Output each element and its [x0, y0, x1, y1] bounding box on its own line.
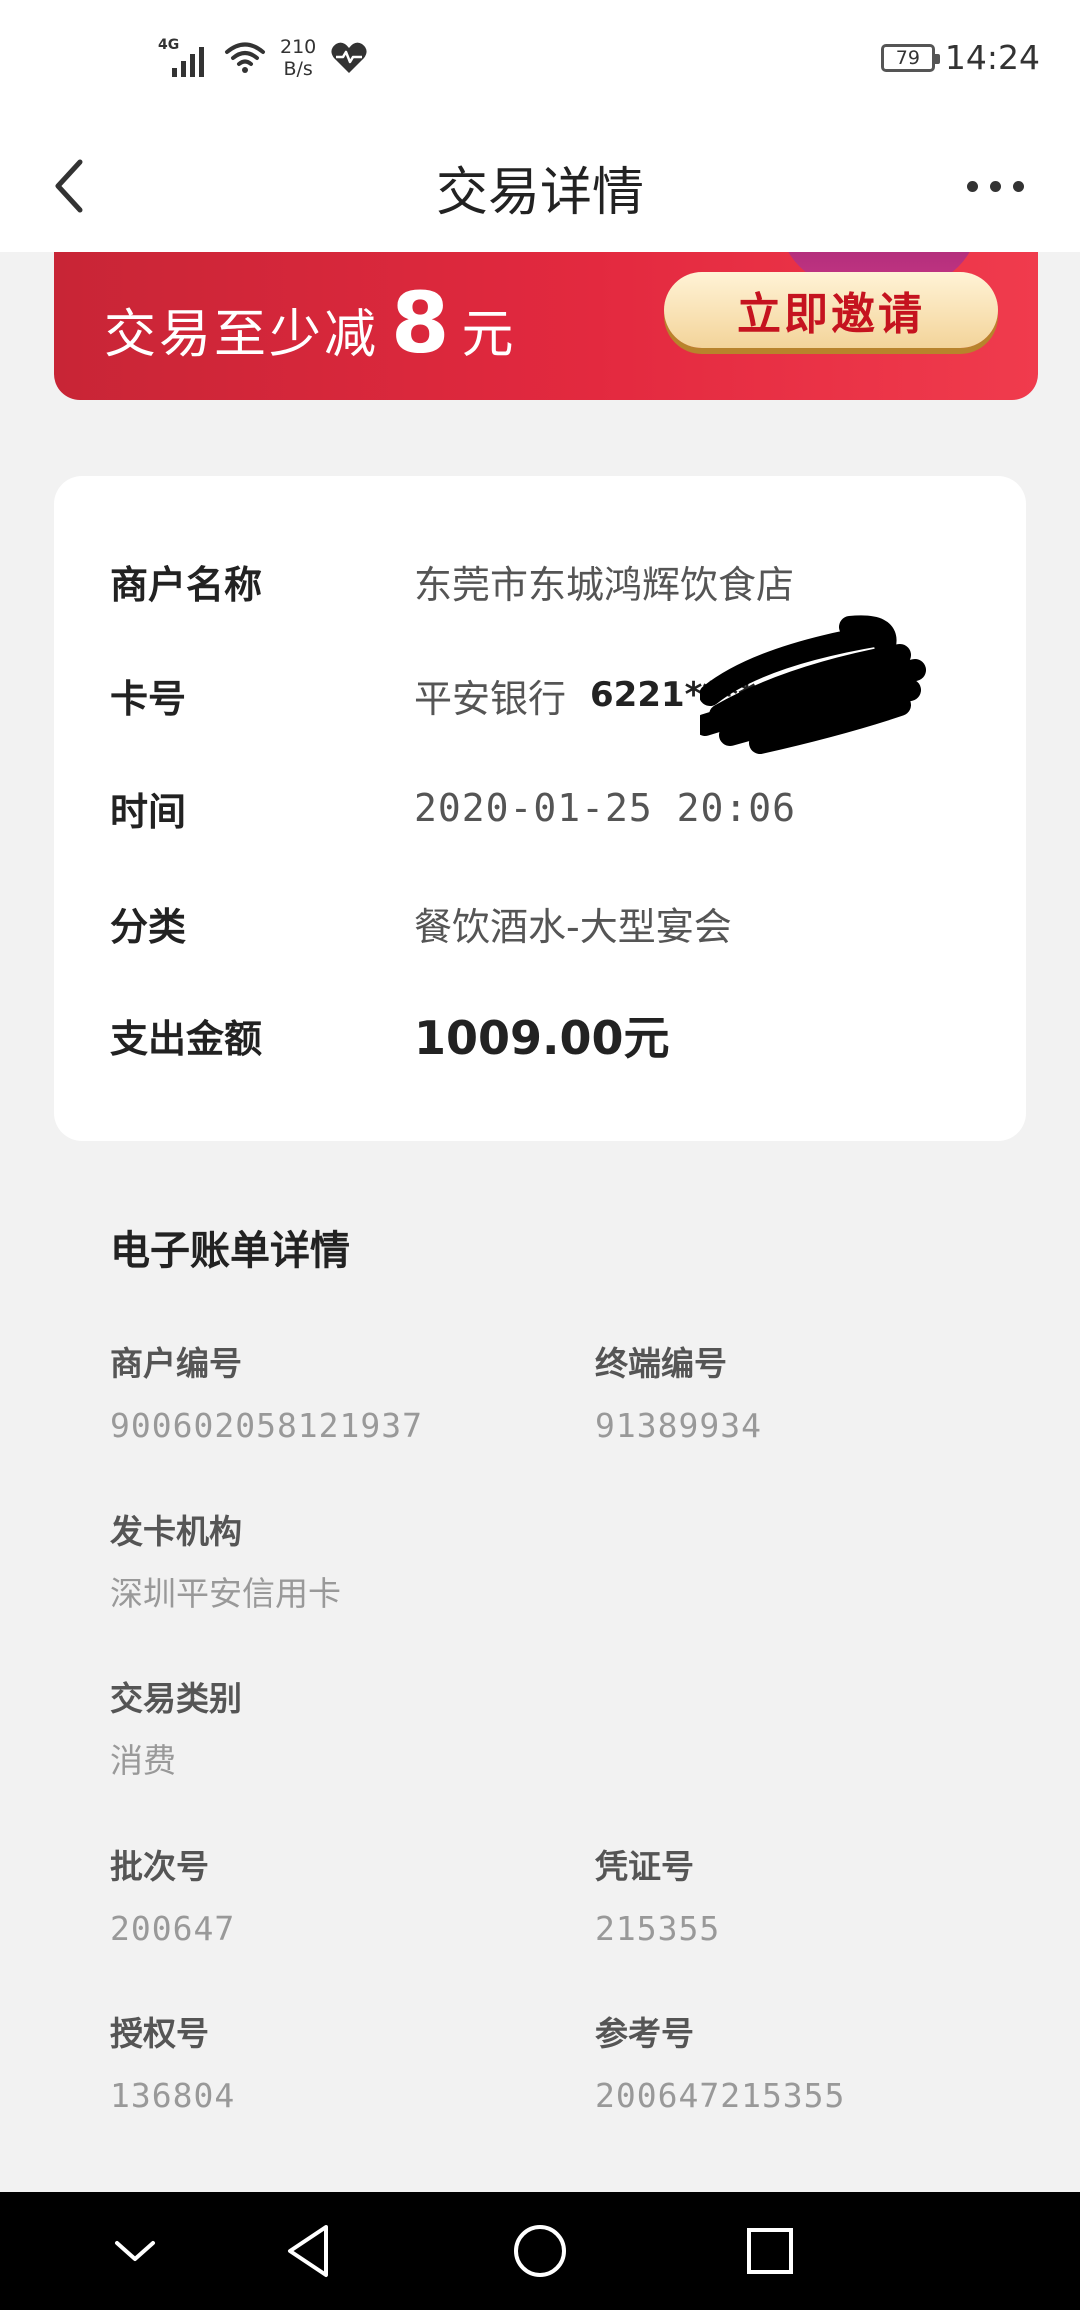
system-nav-bar	[0, 2192, 1080, 2310]
terminal-id-value: 91389934	[595, 1406, 762, 1445]
invite-now-button[interactable]: 立即邀请	[664, 272, 998, 348]
amount-row: 支出金额 1009.00元	[110, 1000, 986, 1070]
time-row: 时间 2020-01-25 20:06	[110, 773, 986, 843]
network-speed-unit: B/s	[283, 58, 313, 80]
voucher-no-value: 215355	[595, 1909, 721, 1948]
wifi-icon	[225, 42, 265, 73]
reference-no-field: 参考号 200647215355	[595, 2012, 845, 2118]
network-speed: 210 B/s	[280, 36, 316, 80]
battery-level: 79	[895, 46, 920, 69]
back-triangle-icon	[288, 2225, 328, 2277]
time-value: 2020-01-25 20:06	[414, 786, 797, 830]
battery-icon: 79	[880, 43, 940, 72]
system-home-button[interactable]	[505, 2218, 575, 2284]
terminal-id-label: 终端编号	[595, 1344, 727, 1383]
clock: 14:24	[944, 38, 1040, 77]
card-bank-name: 平安银行	[414, 676, 567, 721]
merchant-name-label: 商户名称	[110, 562, 263, 607]
voucher-no-label: 凭证号	[595, 1847, 694, 1886]
hide-nav-button[interactable]	[100, 2218, 170, 2284]
batch-no-label: 批次号	[110, 1847, 209, 1886]
health-heart-icon	[331, 42, 367, 73]
merchant-id-label: 商户编号	[110, 1344, 242, 1383]
redaction-scribble	[700, 615, 926, 754]
time-label: 时间	[110, 789, 187, 834]
status-left: 4G 210 B/s	[158, 36, 368, 80]
merchant-name-row: 商户名称 东莞市东城鸿辉饮食店	[110, 546, 986, 616]
transaction-info-card: 商户名称 东莞市东城鸿辉饮食店 卡号 平安银行 6221**** 时间 2020…	[54, 476, 1026, 1141]
system-recents-button[interactable]	[735, 2218, 805, 2284]
transaction-type-value: 消费	[110, 1741, 176, 1780]
batch-no-value: 200647	[110, 1909, 236, 1948]
nav-bar: 交易详情	[0, 120, 1080, 252]
batch-no-field: 批次号 200647	[110, 1845, 235, 1951]
promo-banner[interactable]: 交易至少减 8 元 立即邀请	[54, 252, 1038, 400]
merchant-id-field: 商户编号 900602058121937	[110, 1342, 423, 1448]
reference-no-label: 参考号	[595, 2014, 694, 2053]
category-label: 分类	[110, 904, 187, 949]
merchant-id-value: 900602058121937	[110, 1406, 424, 1445]
category-value: 餐饮酒水-大型宴会	[414, 904, 732, 949]
recents-square-icon	[747, 2228, 793, 2274]
issuer-field: 发卡机构 深圳平安信用卡	[110, 1510, 341, 1616]
network-speed-value: 210	[280, 36, 317, 58]
terminal-id-field: 终端编号 91389934	[595, 1342, 762, 1448]
category-row: 分类 餐饮酒水-大型宴会	[110, 888, 986, 958]
status-bar: 4G 210 B/s 79 14:24	[0, 0, 1080, 120]
banner-headline: 交易至少减	[104, 305, 380, 365]
more-button[interactable]	[950, 160, 1040, 212]
voucher-no-field: 凭证号 215355	[595, 1845, 720, 1951]
transaction-type-label: 交易类别	[110, 1679, 242, 1718]
issuer-value: 深圳平安信用卡	[110, 1574, 341, 1613]
chevron-down-icon	[115, 2241, 155, 2261]
cellular-signal-icon: 4G	[158, 37, 210, 79]
reference-no-value: 200647215355	[595, 2076, 846, 2115]
amount-label: 支出金额	[110, 1016, 263, 1061]
auth-no-label: 授权号	[110, 2014, 209, 2053]
banner-amount: 8	[391, 274, 450, 372]
amount-value: 1009.00元	[414, 1011, 670, 1065]
auth-no-value: 136804	[110, 2076, 236, 2115]
auth-no-field: 授权号 136804	[110, 2012, 235, 2118]
status-right: 79 14:24	[880, 38, 1040, 77]
merchant-name-value: 东莞市东城鸿辉饮食店	[414, 562, 795, 607]
transaction-detail-page: 4G 210 B/s 79 14:24 交易详情 交易至少减 8 元 立即邀请 …	[0, 0, 1080, 2310]
card-number-label: 卡号	[110, 676, 187, 721]
home-circle-icon	[514, 2225, 566, 2277]
banner-unit: 元	[461, 305, 514, 365]
more-horizontal-icon	[966, 180, 978, 192]
transaction-type-field: 交易类别 消费	[110, 1677, 242, 1783]
banner-text: 交易至少减 8 元	[104, 274, 513, 372]
page-title: 交易详情	[435, 163, 644, 223]
issuer-label: 发卡机构	[110, 1512, 242, 1551]
bill-section-title: 电子账单详情	[110, 1228, 350, 1274]
system-back-button[interactable]	[273, 2218, 343, 2284]
